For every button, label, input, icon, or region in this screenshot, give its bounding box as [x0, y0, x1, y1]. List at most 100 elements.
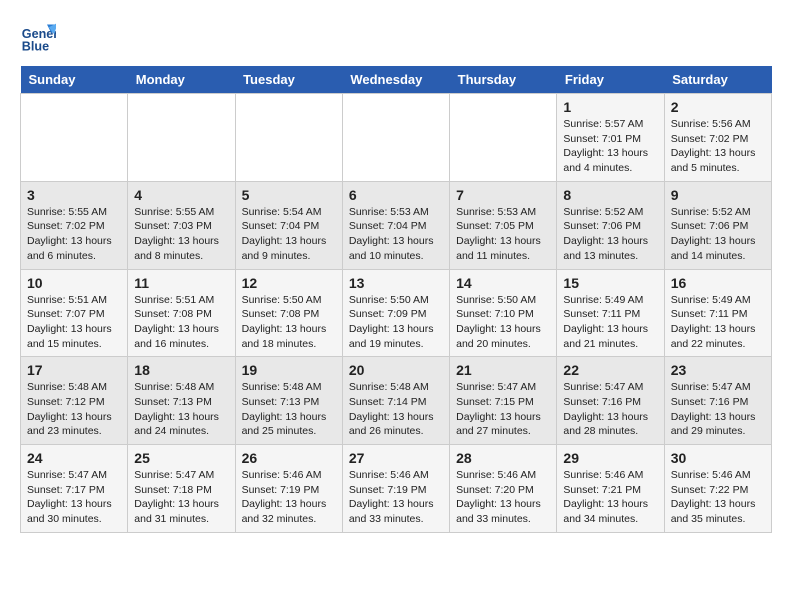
calendar-cell: 4 Sunrise: 5:55 AM Sunset: 7:03 PM Daylig…	[128, 181, 235, 269]
day-info: Sunrise: 5:55 AM Sunset: 7:02 PM Dayligh…	[27, 205, 121, 264]
day-number: 14	[456, 275, 550, 291]
calendar-cell: 30Sunrise: 5:46 AM Sunset: 7:22 PM Dayli…	[664, 445, 771, 533]
day-info: Sunrise: 5:51 AM Sunset: 7:07 PM Dayligh…	[27, 293, 121, 352]
day-number: 22	[563, 362, 657, 378]
day-info: Sunrise: 5:47 AM Sunset: 7:16 PM Dayligh…	[671, 380, 765, 439]
day-info: Sunrise: 5:56 AM Sunset: 7:02 PM Dayligh…	[671, 117, 765, 176]
calendar-cell: 27 Sunrise: 5:46 AM Sunset: 7:19 PM Dayli…	[342, 445, 449, 533]
day-number: 27	[349, 450, 443, 466]
calendar-cell: 25 Sunrise: 5:47 AM Sunset: 7:18 PM Dayli…	[128, 445, 235, 533]
day-number: 7	[456, 187, 550, 203]
calendar-cell: 21 Sunrise: 5:47 AM Sunset: 7:15 PM Dayli…	[450, 357, 557, 445]
calendar-cell: 13 Sunrise: 5:50 AM Sunset: 7:09 PM Dayli…	[342, 269, 449, 357]
calendar-cell: 19 Sunrise: 5:48 AM Sunset: 7:13 PM Dayli…	[235, 357, 342, 445]
day-number: 19	[242, 362, 336, 378]
day-info: Sunrise: 5:53 AM Sunset: 7:04 PM Dayligh…	[349, 205, 443, 264]
logo-icon: General Blue	[20, 20, 56, 56]
day-number: 8	[563, 187, 657, 203]
calendar-week-row: 10 Sunrise: 5:51 AM Sunset: 7:07 PM Dayli…	[21, 269, 772, 357]
calendar-cell: 22 Sunrise: 5:47 AM Sunset: 7:16 PM Dayli…	[557, 357, 664, 445]
calendar-cell	[235, 94, 342, 182]
day-info: Sunrise: 5:46 AM Sunset: 7:19 PM Dayligh…	[242, 468, 336, 527]
day-number: 12	[242, 275, 336, 291]
calendar-cell	[450, 94, 557, 182]
day-number: 3	[27, 187, 121, 203]
calendar-header-cell: Thursday	[450, 66, 557, 94]
calendar-cell: 28 Sunrise: 5:46 AM Sunset: 7:20 PM Dayli…	[450, 445, 557, 533]
calendar-cell: 26Sunrise: 5:46 AM Sunset: 7:19 PM Dayli…	[235, 445, 342, 533]
calendar-cell	[342, 94, 449, 182]
calendar-header-cell: Sunday	[21, 66, 128, 94]
calendar-cell: 15Sunrise: 5:49 AM Sunset: 7:11 PM Dayli…	[557, 269, 664, 357]
calendar-cell: 23 Sunrise: 5:47 AM Sunset: 7:16 PM Dayli…	[664, 357, 771, 445]
day-info: Sunrise: 5:46 AM Sunset: 7:20 PM Dayligh…	[456, 468, 550, 527]
day-info: Sunrise: 5:48 AM Sunset: 7:13 PM Dayligh…	[242, 380, 336, 439]
day-number: 9	[671, 187, 765, 203]
day-info: Sunrise: 5:46 AM Sunset: 7:21 PM Dayligh…	[563, 468, 657, 527]
calendar-week-row: 1Sunrise: 5:57 AM Sunset: 7:01 PM Daylig…	[21, 94, 772, 182]
day-info: Sunrise: 5:57 AM Sunset: 7:01 PM Dayligh…	[563, 117, 657, 176]
day-info: Sunrise: 5:55 AM Sunset: 7:03 PM Dayligh…	[134, 205, 228, 264]
calendar-cell: 2 Sunrise: 5:56 AM Sunset: 7:02 PM Daylig…	[664, 94, 771, 182]
calendar-body: 1Sunrise: 5:57 AM Sunset: 7:01 PM Daylig…	[21, 94, 772, 533]
calendar-cell: 5 Sunrise: 5:54 AM Sunset: 7:04 PM Daylig…	[235, 181, 342, 269]
day-number: 13	[349, 275, 443, 291]
calendar-cell: 6 Sunrise: 5:53 AM Sunset: 7:04 PM Daylig…	[342, 181, 449, 269]
day-info: Sunrise: 5:49 AM Sunset: 7:11 PM Dayligh…	[563, 293, 657, 352]
day-number: 5	[242, 187, 336, 203]
day-info: Sunrise: 5:52 AM Sunset: 7:06 PM Dayligh…	[563, 205, 657, 264]
day-number: 24	[27, 450, 121, 466]
day-info: Sunrise: 5:48 AM Sunset: 7:14 PM Dayligh…	[349, 380, 443, 439]
logo: General Blue	[20, 20, 60, 56]
calendar-cell: 16 Sunrise: 5:49 AM Sunset: 7:11 PM Dayli…	[664, 269, 771, 357]
calendar-header-cell: Saturday	[664, 66, 771, 94]
day-number: 29	[563, 450, 657, 466]
calendar-cell: 9Sunrise: 5:52 AM Sunset: 7:06 PM Daylig…	[664, 181, 771, 269]
calendar-cell: 3 Sunrise: 5:55 AM Sunset: 7:02 PM Daylig…	[21, 181, 128, 269]
day-info: Sunrise: 5:46 AM Sunset: 7:19 PM Dayligh…	[349, 468, 443, 527]
calendar-header-cell: Wednesday	[342, 66, 449, 94]
day-info: Sunrise: 5:54 AM Sunset: 7:04 PM Dayligh…	[242, 205, 336, 264]
day-number: 18	[134, 362, 228, 378]
day-number: 30	[671, 450, 765, 466]
calendar-cell: 14 Sunrise: 5:50 AM Sunset: 7:10 PM Dayli…	[450, 269, 557, 357]
day-number: 4	[134, 187, 228, 203]
calendar-header-cell: Friday	[557, 66, 664, 94]
day-number: 28	[456, 450, 550, 466]
day-info: Sunrise: 5:47 AM Sunset: 7:18 PM Dayligh…	[134, 468, 228, 527]
calendar-cell: 29 Sunrise: 5:46 AM Sunset: 7:21 PM Dayli…	[557, 445, 664, 533]
day-number: 25	[134, 450, 228, 466]
day-info: Sunrise: 5:51 AM Sunset: 7:08 PM Dayligh…	[134, 293, 228, 352]
calendar-cell: 24Sunrise: 5:47 AM Sunset: 7:17 PM Dayli…	[21, 445, 128, 533]
day-number: 6	[349, 187, 443, 203]
calendar-cell: 12 Sunrise: 5:50 AM Sunset: 7:08 PM Dayli…	[235, 269, 342, 357]
day-info: Sunrise: 5:47 AM Sunset: 7:15 PM Dayligh…	[456, 380, 550, 439]
day-info: Sunrise: 5:50 AM Sunset: 7:10 PM Dayligh…	[456, 293, 550, 352]
day-number: 20	[349, 362, 443, 378]
day-info: Sunrise: 5:50 AM Sunset: 7:08 PM Dayligh…	[242, 293, 336, 352]
day-info: Sunrise: 5:49 AM Sunset: 7:11 PM Dayligh…	[671, 293, 765, 352]
calendar-cell: 8 Sunrise: 5:52 AM Sunset: 7:06 PM Daylig…	[557, 181, 664, 269]
calendar-cell: 20 Sunrise: 5:48 AM Sunset: 7:14 PM Dayli…	[342, 357, 449, 445]
calendar-week-row: 17Sunrise: 5:48 AM Sunset: 7:12 PM Dayli…	[21, 357, 772, 445]
calendar-cell: 10 Sunrise: 5:51 AM Sunset: 7:07 PM Dayli…	[21, 269, 128, 357]
day-info: Sunrise: 5:50 AM Sunset: 7:09 PM Dayligh…	[349, 293, 443, 352]
calendar-cell: 11 Sunrise: 5:51 AM Sunset: 7:08 PM Dayli…	[128, 269, 235, 357]
day-number: 21	[456, 362, 550, 378]
day-number: 2	[671, 99, 765, 115]
day-number: 23	[671, 362, 765, 378]
calendar-cell: 18 Sunrise: 5:48 AM Sunset: 7:13 PM Dayli…	[128, 357, 235, 445]
calendar-cell	[21, 94, 128, 182]
day-number: 16	[671, 275, 765, 291]
day-number: 11	[134, 275, 228, 291]
calendar-cell: 7Sunrise: 5:53 AM Sunset: 7:05 PM Daylig…	[450, 181, 557, 269]
day-number: 17	[27, 362, 121, 378]
calendar-week-row: 3 Sunrise: 5:55 AM Sunset: 7:02 PM Daylig…	[21, 181, 772, 269]
calendar-header-cell: Monday	[128, 66, 235, 94]
day-info: Sunrise: 5:47 AM Sunset: 7:16 PM Dayligh…	[563, 380, 657, 439]
calendar-header-row: SundayMondayTuesdayWednesdayThursdayFrid…	[21, 66, 772, 94]
day-number: 10	[27, 275, 121, 291]
calendar-cell: 1Sunrise: 5:57 AM Sunset: 7:01 PM Daylig…	[557, 94, 664, 182]
day-info: Sunrise: 5:48 AM Sunset: 7:13 PM Dayligh…	[134, 380, 228, 439]
calendar-header-cell: Tuesday	[235, 66, 342, 94]
